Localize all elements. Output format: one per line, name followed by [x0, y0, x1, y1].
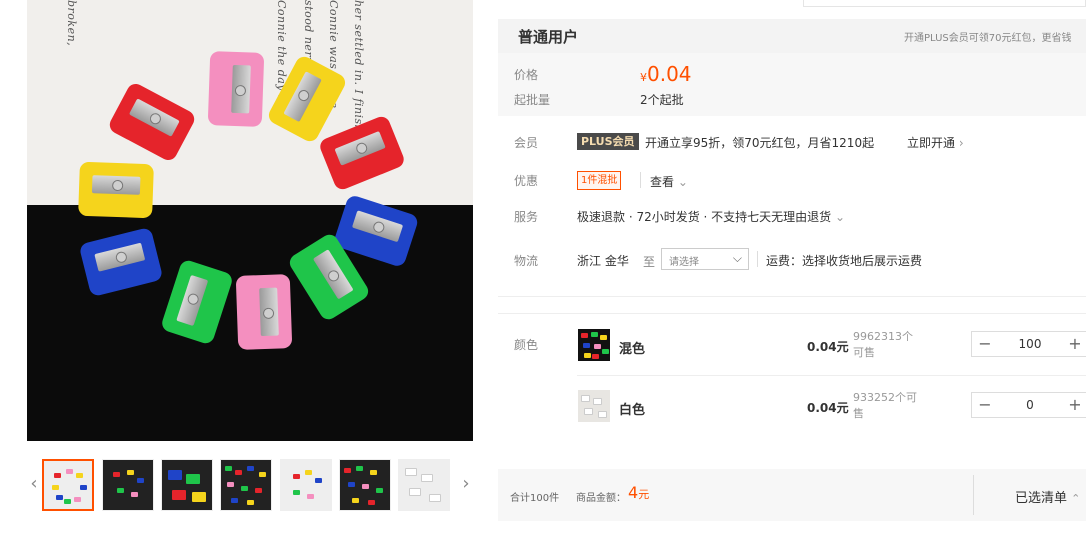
increase-button[interactable]: + [1062, 332, 1086, 356]
increase-button[interactable]: + [1062, 393, 1086, 417]
sku-color-label: 颜色 [514, 338, 539, 352]
discount-label: 优惠 [514, 174, 539, 188]
sku-swatch-white[interactable] [578, 390, 610, 422]
member-offer-text: 开通立享95折，领70元红包，月省1210起 [645, 136, 875, 150]
quantity-value[interactable]: 100 [1002, 337, 1058, 351]
selected-list-button[interactable]: 已选清单 ⌃ [1015, 487, 1080, 506]
sku-price: 0.04元 [807, 401, 849, 415]
moq-value: 2个起批 [640, 93, 684, 107]
plus-member-badge: PLUS会员 [577, 133, 639, 150]
sharpener-yellow [78, 161, 154, 219]
sku-name: 白色 [619, 403, 646, 418]
sku-price: 0.04元 [807, 340, 849, 354]
user-type-header: 普通用户 开通PLUS会员可领70元红包，更省钱 [498, 19, 1086, 53]
chevron-right-icon: › [958, 136, 964, 150]
ship-to-label: 至 [643, 255, 656, 269]
thumbnail[interactable] [102, 459, 154, 511]
thumbnail[interactable] [280, 459, 332, 511]
service-label: 服务 [514, 210, 539, 224]
open-member-link[interactable]: 立即开通 › [907, 134, 964, 151]
main-product-image: broken, Connie the day she stood nervous… [27, 0, 473, 441]
divider [640, 172, 641, 188]
order-summary-bar: 合计100件 商品金额： 4元 已选清单 ⌃ [498, 469, 1086, 521]
total-count: 合计100件 [510, 493, 560, 504]
top-bordered-box [803, 0, 1086, 7]
decrease-button[interactable]: − [972, 332, 998, 356]
chevron-up-icon: ⌃ [1071, 492, 1081, 505]
price-label: 价格 [514, 68, 539, 82]
divider [498, 313, 1086, 314]
mixed-batch-badge: 1件混批 [577, 171, 622, 190]
chevron-down-icon: ⌄ [677, 175, 688, 189]
divider [577, 375, 1086, 376]
thumbnail-strip: ‹ › [27, 457, 473, 513]
moq-label: 起批量 [514, 93, 551, 107]
thumbnail[interactable] [220, 459, 272, 511]
amount-label: 商品金额： [576, 493, 626, 504]
service-text[interactable]: 极速退款 · 72小时发货 · 不支持七天无理由退货 ⌄ [577, 208, 845, 225]
divider [973, 475, 974, 515]
image-script-text: broken, [65, 0, 78, 47]
thumbnail-prev-arrow[interactable]: ‹ [27, 471, 41, 497]
user-type-title: 普通用户 [518, 28, 579, 46]
destination-select[interactable]: 请选择 ⌵ [661, 248, 749, 270]
view-discount-button[interactable]: 查看 ⌄ [650, 173, 688, 190]
member-label: 会员 [514, 136, 539, 150]
sharpener-pink [207, 51, 265, 127]
quantity-stepper[interactable]: − 0 + [971, 392, 1086, 418]
decrease-button[interactable]: − [972, 393, 998, 417]
shipping-fee-text: 运费：选择收货地后展示运费 [766, 254, 923, 268]
thumbnail-next-arrow[interactable]: › [459, 471, 473, 497]
chevron-down-icon: ⌵ [732, 251, 742, 265]
sku-stock: 933252个可售 [853, 391, 917, 420]
chevron-down-icon: ⌄ [835, 210, 846, 224]
sku-swatch-mixed[interactable] [578, 329, 610, 361]
price-box: 价格 ¥0.04 起批量 2个起批 [498, 53, 1086, 116]
thumbnail[interactable] [339, 459, 391, 511]
sharpener-pink [235, 274, 293, 350]
thumbnail[interactable] [161, 459, 213, 511]
sku-stock: 9962313个可售 [853, 330, 913, 359]
quantity-value[interactable]: 0 [1002, 398, 1058, 412]
plus-tip-text[interactable]: 开通PLUS会员可领70元红包，更省钱 [904, 29, 1072, 44]
quantity-stepper[interactable]: − 100 + [971, 331, 1086, 357]
sku-name: 混色 [619, 342, 646, 357]
total-amount: 4元 [628, 483, 650, 502]
thumbnail[interactable] [398, 459, 450, 511]
select-placeholder: 请选择 [669, 257, 699, 268]
logistics-label: 物流 [514, 254, 539, 268]
thumbnail[interactable] [42, 459, 94, 511]
divider [757, 251, 758, 267]
ship-from: 浙江 金华 [577, 254, 629, 268]
price-value: ¥0.04 [640, 62, 692, 86]
divider [498, 296, 1086, 297]
